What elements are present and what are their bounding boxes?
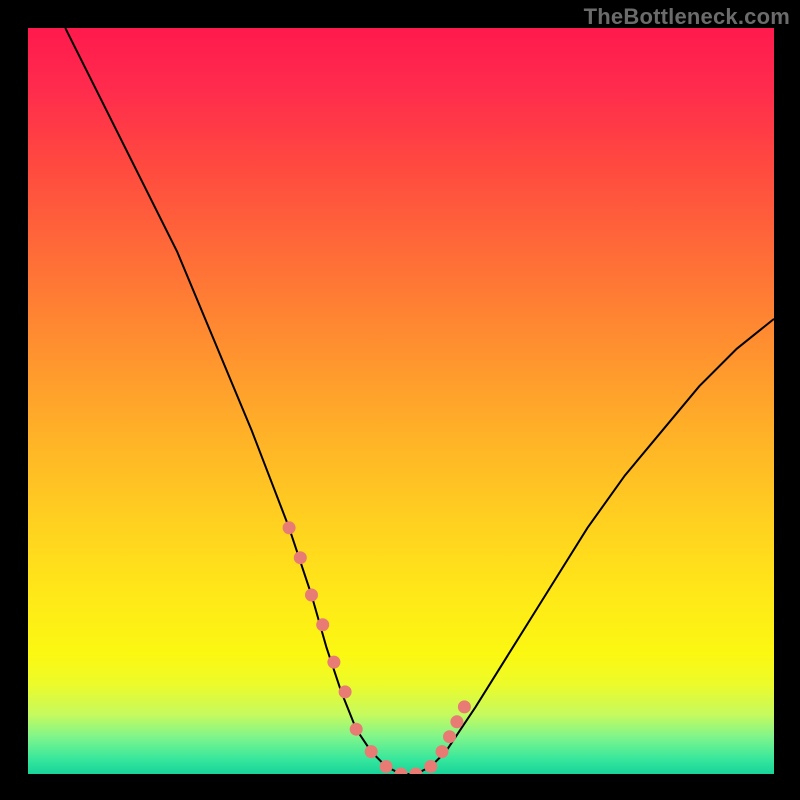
chart-frame: TheBottleneck.com bbox=[0, 0, 800, 800]
sample-dot bbox=[327, 656, 340, 669]
sample-dot bbox=[365, 745, 378, 758]
bottleneck-curve bbox=[65, 28, 774, 774]
sample-dot bbox=[450, 715, 463, 728]
sample-dot bbox=[424, 760, 437, 773]
plot-area bbox=[28, 28, 774, 774]
sample-dots bbox=[283, 521, 471, 774]
sample-dot bbox=[458, 700, 471, 713]
sample-dot bbox=[436, 745, 449, 758]
sample-dot bbox=[443, 730, 456, 743]
sample-dot bbox=[316, 618, 329, 631]
bottleneck-chart bbox=[28, 28, 774, 774]
sample-dot bbox=[294, 551, 307, 564]
sample-dot bbox=[283, 521, 296, 534]
sample-dot bbox=[395, 768, 408, 775]
sample-dot bbox=[409, 768, 422, 775]
watermark-text: TheBottleneck.com bbox=[584, 4, 790, 30]
sample-dot bbox=[339, 685, 352, 698]
sample-dot bbox=[350, 723, 363, 736]
sample-dot bbox=[380, 760, 393, 773]
sample-dot bbox=[305, 589, 318, 602]
